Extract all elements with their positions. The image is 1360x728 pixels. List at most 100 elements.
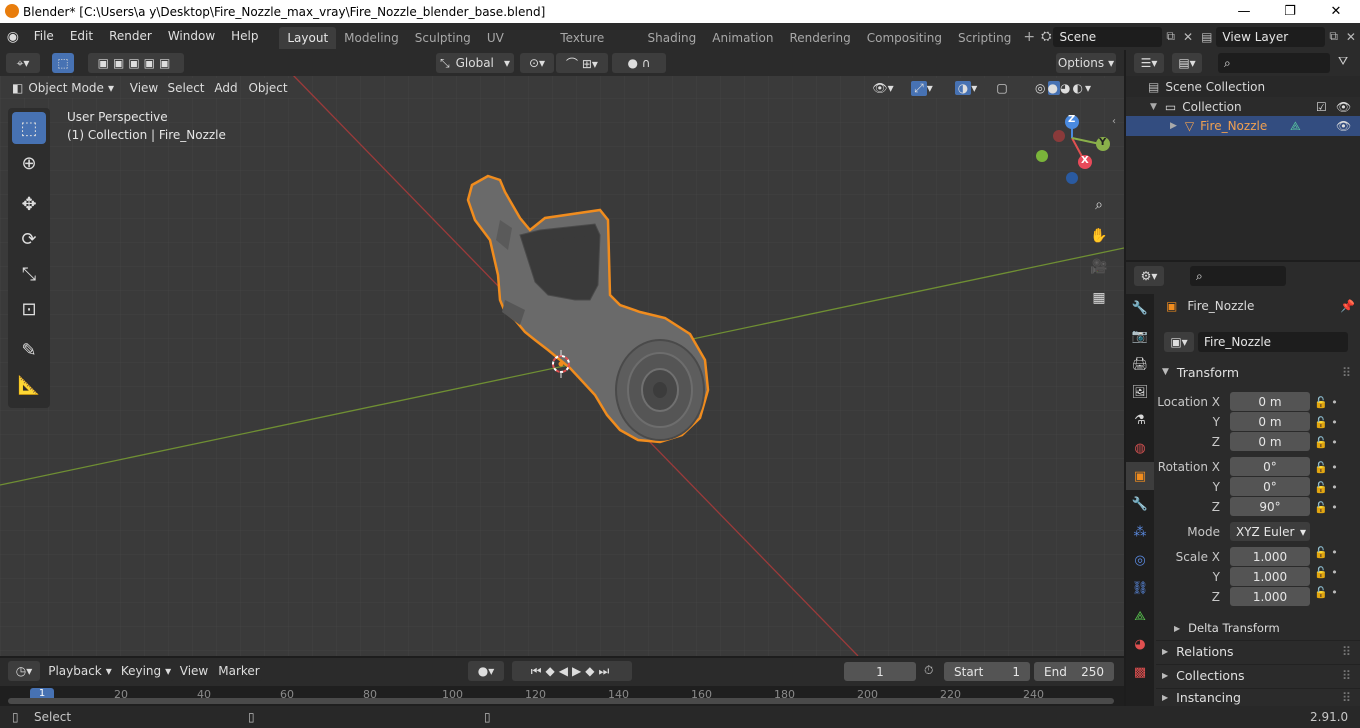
scale-y-field[interactable]: 1.000 — [1230, 567, 1310, 586]
scene-field[interactable]: Scene — [1053, 26, 1163, 47]
transform-panel-header[interactable]: ▼ Transform ⠿ — [1156, 361, 1360, 383]
lock-icon[interactable]: 🔓 • — [1314, 393, 1354, 413]
render-icon[interactable]: 📷 — [1126, 322, 1154, 350]
lock-icon[interactable]: 🔓 • — [1314, 583, 1354, 603]
tool-icon[interactable]: 🔧 — [1126, 294, 1154, 322]
camera-icon[interactable]: 🎥 — [1086, 254, 1112, 280]
keying-menu[interactable]: Keying ▾ — [118, 661, 174, 681]
rotate-icon[interactable]: ⟳ — [12, 223, 46, 255]
chevron-right-icon[interactable]: ▶ — [1170, 121, 1177, 131]
lock-icon[interactable]: 🔓 • — [1314, 413, 1354, 433]
zoom-icon[interactable]: ⌕ — [1086, 192, 1112, 218]
pin-icon[interactable]: 📌 — [1340, 299, 1355, 313]
lock-icon[interactable]: 🔓 • — [1314, 433, 1354, 453]
menu-select[interactable]: Select — [166, 78, 206, 98]
delta-transform-panel[interactable]: ▶ Delta Transform — [1166, 618, 1280, 638]
lock-icon[interactable]: 🔓 • — [1314, 498, 1354, 518]
scale-z-field[interactable]: 1.000 — [1230, 587, 1310, 606]
menu-help[interactable]: Help — [223, 23, 266, 50]
selection-mode-icons[interactable]: ▣▣▣▣▣ — [88, 53, 184, 73]
new-view-layer-icon[interactable]: ⧉ — [1325, 29, 1342, 44]
instancing-panel-header[interactable]: ▶ Instancing ⠿ — [1156, 688, 1360, 706]
mode-dropdown[interactable]: ◧ Object Mode ▾ — [8, 78, 118, 98]
collapse-sidebar-icon[interactable]: ‹ — [1112, 116, 1116, 127]
checkbox-icon[interactable]: ☑ — [1316, 100, 1327, 114]
pan-hand-icon[interactable]: ✋ — [1086, 223, 1112, 249]
location-x-field[interactable]: 0 m — [1230, 392, 1310, 411]
measure-icon[interactable]: 📐 — [12, 369, 46, 401]
outliner-row-fire-nozzle[interactable]: ▶ ▽ Fire_Nozzle ⟁ 👁 — [1126, 116, 1360, 136]
snap-button[interactable]: ⌒ ⊞▾ — [556, 53, 608, 73]
menu-edit[interactable]: Edit — [62, 23, 101, 50]
outliner-row-scene-collection[interactable]: ▤ Scene Collection — [1126, 77, 1360, 97]
3d-viewport[interactable]: ⌖▾ ⬚ ▣▣▣▣▣ ⤡ Global ▾ ⊙▾ ⌒ ⊞▾ ● ∩ Option… — [0, 50, 1124, 656]
datablock-browse-button[interactable]: ▣▾ — [1164, 332, 1194, 352]
minimize-button[interactable]: — — [1221, 0, 1267, 23]
tab-scripting[interactable]: Scripting — [950, 27, 1019, 49]
lock-icon[interactable]: 🔓 • — [1314, 563, 1354, 583]
tab-texture-paint[interactable]: Texture Paint — [552, 27, 639, 67]
texture-icon[interactable]: ▩ — [1126, 658, 1154, 686]
timeline-ruler[interactable]: 1 20 40 60 80 100 120 140 160 180 200 22… — [0, 686, 1124, 706]
drag-handle-icon[interactable]: ⠿ — [1342, 668, 1351, 683]
new-scene-icon[interactable]: ⧉ — [1162, 29, 1179, 44]
tab-modeling[interactable]: Modeling — [336, 27, 407, 49]
remove-view-layer-icon[interactable]: ✕ — [1342, 30, 1360, 44]
rotation-mode-dropdown[interactable]: XYZ Euler ▾ — [1230, 522, 1310, 541]
menu-object[interactable]: Object — [246, 78, 290, 98]
shading-mode-icons[interactable]: ◎ ● ◕◐▾ — [1016, 78, 1112, 98]
outliner-editor-type-button[interactable]: ☰▾ — [1134, 53, 1164, 73]
properties-search-input[interactable]: ⌕ — [1190, 266, 1286, 286]
move-icon[interactable]: ✥ — [12, 188, 46, 220]
gizmo-toggle-icon[interactable]: ⤢ ▾ — [902, 78, 942, 98]
tab-layout[interactable]: Layout — [279, 27, 337, 49]
lock-icon[interactable]: 🔓 • — [1314, 478, 1354, 498]
lock-icon[interactable]: 🔓 • — [1314, 458, 1354, 478]
rotation-z-field[interactable]: 90° — [1230, 497, 1310, 516]
drag-handle-icon[interactable]: ⠿ — [1342, 644, 1351, 659]
remove-scene-icon[interactable]: ✕ — [1179, 30, 1197, 44]
current-frame-field[interactable]: 1 — [844, 662, 916, 681]
rotation-x-field[interactable]: 0° — [1230, 457, 1310, 476]
transform-orientation-dropdown[interactable]: ⤡ Global ▾ — [436, 53, 514, 73]
outliner-search-input[interactable]: ⌕ — [1218, 53, 1330, 73]
tab-uv-editing[interactable]: UV Editing — [479, 27, 553, 67]
tab-shading[interactable]: Shading — [640, 27, 705, 49]
rotation-y-field[interactable]: 0° — [1230, 477, 1310, 496]
object-name-field[interactable]: Fire_Nozzle — [1198, 332, 1348, 352]
scale-icon[interactable]: ⤡ — [12, 258, 46, 290]
tab-animation[interactable]: Animation — [704, 27, 781, 49]
proportional-editing-button[interactable]: ● ∩ — [612, 53, 666, 73]
timeline-scrollbar[interactable] — [8, 698, 1114, 704]
start-frame-field[interactable]: Start 1 — [944, 662, 1030, 681]
eye-icon[interactable]: 👁 — [1336, 100, 1351, 114]
eye-icon[interactable]: 👁 — [1336, 119, 1351, 133]
menu-add[interactable]: Add — [212, 78, 240, 98]
location-y-field[interactable]: 0 m — [1230, 412, 1310, 431]
navigation-gizmo[interactable]: Z X Y — [1030, 112, 1120, 192]
close-button[interactable]: ✕ — [1313, 0, 1359, 23]
drag-handle-icon[interactable]: ⠿ — [1342, 365, 1351, 380]
output-icon[interactable]: 🖨 — [1126, 350, 1154, 378]
editor-type-button[interactable]: ⌖▾ — [6, 53, 40, 73]
filter-icon[interactable]: ⛛ — [1338, 54, 1348, 69]
menu-file[interactable]: File — [26, 23, 62, 50]
end-frame-field[interactable]: End 250 — [1034, 662, 1114, 681]
maximize-button[interactable]: ❐ — [1267, 0, 1313, 23]
properties-editor-type-button[interactable]: ⚙▾ — [1134, 266, 1164, 286]
location-z-field[interactable]: 0 m — [1230, 432, 1310, 451]
add-workspace-icon[interactable]: + — [1019, 29, 1039, 45]
select-box-icon[interactable]: ⬚ — [12, 112, 46, 144]
scene-icon[interactable]: ⛭ — [1039, 29, 1053, 44]
display-mode-button[interactable]: ▤▾ — [1172, 53, 1202, 73]
view-layer-field[interactable]: View Layer — [1216, 26, 1326, 47]
menu-render[interactable]: Render — [101, 23, 160, 50]
relations-panel-header[interactable]: ▶ Relations ⠿ — [1156, 640, 1360, 662]
lock-icon[interactable]: 🔓 • — [1314, 543, 1354, 563]
object-data-icon[interactable]: ⟁ — [1126, 602, 1154, 630]
marker-menu[interactable]: Marker — [216, 661, 262, 681]
menu-view[interactable]: View — [128, 78, 160, 98]
pivot-point-button[interactable]: ⊙▾ — [520, 53, 554, 73]
collections-panel-header[interactable]: ▶ Collections ⠿ — [1156, 664, 1360, 686]
xray-toggle-icon[interactable]: ▢ — [992, 78, 1012, 98]
